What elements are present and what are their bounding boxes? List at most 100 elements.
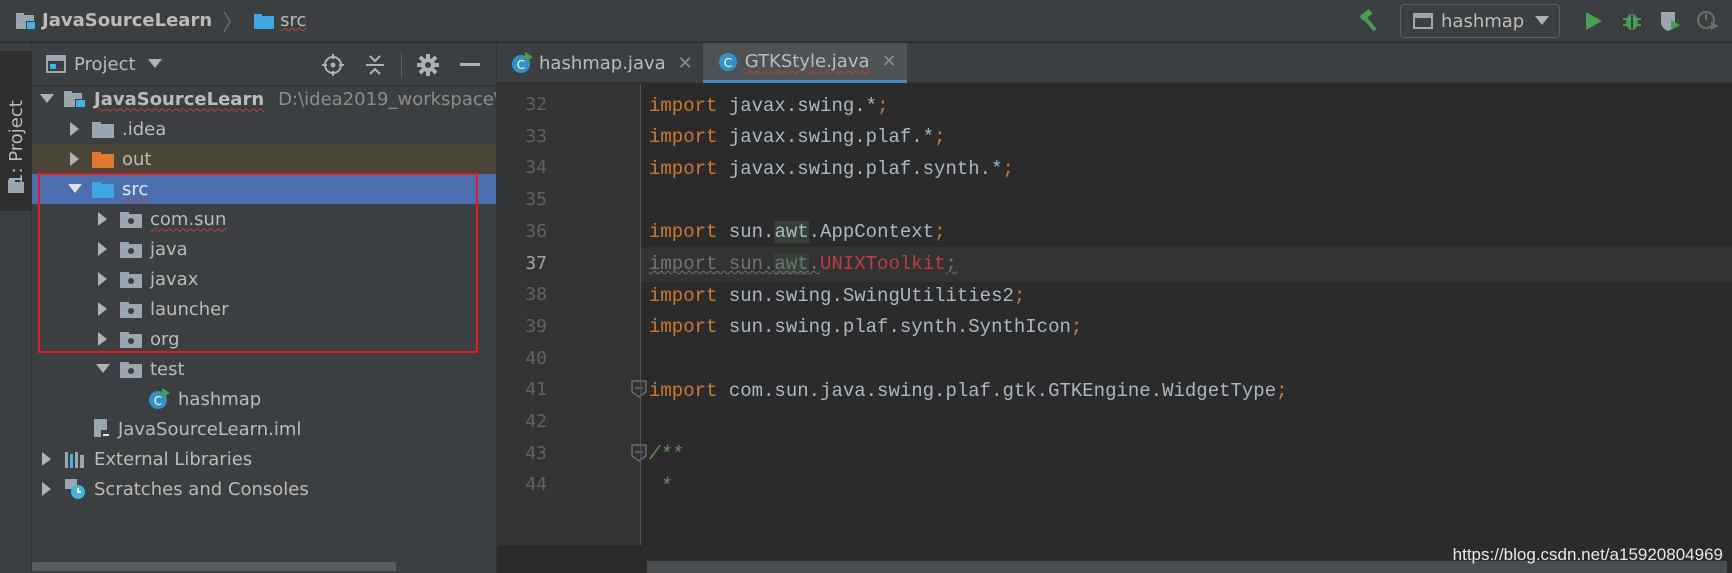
tree-item-label: .idea	[122, 118, 167, 140]
collapsed-arrow-icon[interactable]	[94, 302, 112, 316]
tree-item-test[interactable]: test	[32, 354, 496, 384]
code-area[interactable]: import javax.swing.*; import javax.swing.…	[641, 84, 1732, 573]
expanded-arrow-icon[interactable]	[94, 364, 112, 374]
breadcrumb: JavaSourceLearn 〉 src	[0, 5, 306, 37]
debug-icon	[1623, 14, 1641, 30]
run-button[interactable]	[1578, 5, 1610, 37]
project-tool-window-label: 1: Project	[6, 100, 27, 185]
collapsed-arrow-icon[interactable]	[94, 272, 112, 286]
project-tool-window-tab[interactable]: 1: Project	[0, 51, 32, 211]
collapsed-arrow-icon[interactable]	[38, 482, 56, 496]
debug-button[interactable]	[1616, 5, 1648, 37]
profile-button[interactable]	[1692, 5, 1724, 37]
code-line[interactable]: import javax.swing.plaf.synth.*;	[641, 151, 1732, 186]
code-token: import	[649, 284, 718, 307]
breadcrumb-project[interactable]: JavaSourceLearn	[16, 10, 212, 31]
code-token: import	[649, 94, 718, 117]
line-number: 36	[525, 220, 547, 242]
line-number: 44	[525, 474, 547, 496]
minimize-icon	[460, 62, 480, 66]
folder-icon	[92, 121, 114, 138]
line-number-gutter[interactable]: 32 33 34 35 36 37 38 39 40 41 42 43 44	[497, 84, 647, 573]
tree-item-label: hashmap	[178, 388, 262, 410]
line-number: 40	[525, 347, 547, 369]
tab-hashmap-java[interactable]: C hashmap.java ✕	[497, 43, 703, 83]
run-with-coverage-button[interactable]	[1654, 5, 1686, 37]
tree-item-external-libraries[interactable]: External Libraries	[32, 444, 496, 474]
package-icon	[120, 301, 142, 318]
tree-item-idea[interactable]: .idea	[32, 114, 496, 144]
project-panel-tools	[317, 43, 496, 86]
code-line[interactable]	[641, 342, 1732, 377]
collapse-all-button[interactable]	[359, 49, 391, 81]
chevron-down-icon[interactable]	[147, 59, 162, 69]
code-line[interactable]: import com.sun.java.swing.plaf.gtk.GTKEn…	[641, 373, 1732, 408]
close-icon[interactable]: ✕	[678, 53, 693, 74]
tree-item-hashmap[interactable]: C hashmap	[32, 384, 496, 414]
collapsed-arrow-icon[interactable]	[94, 242, 112, 256]
collapsed-arrow-icon[interactable]	[38, 452, 56, 466]
project-panel-title[interactable]: Project	[74, 54, 136, 75]
horizontal-scrollbar[interactable]	[32, 562, 396, 571]
tree-item-scratches[interactable]: Scratches and Consoles	[32, 474, 496, 504]
code-line[interactable]	[641, 183, 1732, 218]
tree-item-label: External Libraries	[94, 448, 253, 470]
tree-item-label: java	[150, 238, 188, 260]
scratches-icon	[64, 478, 86, 500]
expanded-arrow-icon[interactable]	[38, 94, 56, 104]
tree-item-org[interactable]: org	[32, 324, 496, 354]
code-line[interactable]: import sun.swing.plaf.synth.SynthIcon;	[641, 310, 1732, 345]
tree-item-label: launcher	[150, 298, 229, 320]
collapsed-arrow-icon[interactable]	[94, 212, 112, 226]
code-line[interactable]: import javax.swing.plaf.*;	[641, 120, 1732, 155]
code-editor: C hashmap.java ✕ C GTKStyle.java ✕ 32 33 3…	[496, 43, 1732, 573]
line-number: 38	[525, 284, 547, 306]
chevron-down-icon	[1535, 16, 1549, 25]
tree-item-label: Scratches and Consoles	[94, 478, 309, 500]
code-line[interactable]: import javax.swing.*;	[641, 88, 1732, 123]
line-number: 34	[525, 157, 547, 179]
expanded-arrow-icon[interactable]	[66, 184, 84, 194]
tree-item-out[interactable]: out	[32, 144, 496, 174]
coverage-icon	[1661, 12, 1680, 31]
close-icon[interactable]: ✕	[882, 51, 897, 72]
tree-item-com-sun[interactable]: com.sun	[32, 204, 496, 234]
collapsed-arrow-icon[interactable]	[94, 332, 112, 346]
code-line[interactable]: import sun. awt. UNIXToolkit;	[641, 246, 1732, 282]
code-line[interactable]: /**	[641, 437, 1732, 472]
tree-item-src[interactable]: src	[32, 174, 496, 204]
folder-source-icon	[254, 13, 275, 29]
code-token: /**	[649, 443, 684, 466]
line-number: 42	[525, 411, 547, 432]
tree-item-iml-file[interactable]: JavaSourceLearn.iml	[32, 414, 496, 444]
tree-item-label: org	[150, 328, 180, 350]
svg-text:C: C	[517, 58, 525, 72]
run-configuration-select[interactable]: hashmap	[1400, 4, 1560, 38]
code-token: import sun.	[649, 253, 775, 275]
code-line[interactable]: *	[641, 468, 1732, 503]
code-token: sun.swing.SwingUtilities2	[717, 284, 1014, 307]
breadcrumb-folder[interactable]: src	[254, 10, 306, 31]
tree-item-java[interactable]: java	[32, 234, 496, 264]
code-token: ;	[945, 253, 957, 275]
tab-gtkstyle-java[interactable]: C GTKStyle.java ✕	[702, 43, 907, 83]
code-line[interactable]: import sun.swing.SwingUtilities2;	[641, 278, 1732, 313]
collapse-all-icon	[366, 54, 384, 75]
code-line[interactable]: import sun. awt .AppContext;	[641, 215, 1732, 250]
settings-button[interactable]	[412, 49, 444, 81]
package-icon	[120, 271, 142, 288]
breadcrumb-folder-label: src	[280, 10, 307, 31]
tree-item-javax[interactable]: javax	[32, 264, 496, 294]
locate-file-button[interactable]	[317, 49, 349, 81]
tree-item-launcher[interactable]: launcher	[32, 294, 496, 324]
tree-item-javasourcelearn[interactable]: JavaSourceLearn D:\idea2019_workspace\Ja…	[32, 84, 538, 114]
build-button[interactable]	[1354, 5, 1386, 37]
folder-source-icon	[92, 181, 114, 198]
target-icon	[322, 53, 344, 76]
hide-panel-button[interactable]	[454, 49, 486, 81]
collapsed-arrow-icon[interactable]	[66, 122, 84, 136]
toolbar-right: hashmap	[1348, 0, 1732, 42]
code-line[interactable]	[641, 405, 1732, 440]
java-class-icon: C	[148, 388, 170, 410]
collapsed-arrow-icon[interactable]	[66, 152, 84, 166]
